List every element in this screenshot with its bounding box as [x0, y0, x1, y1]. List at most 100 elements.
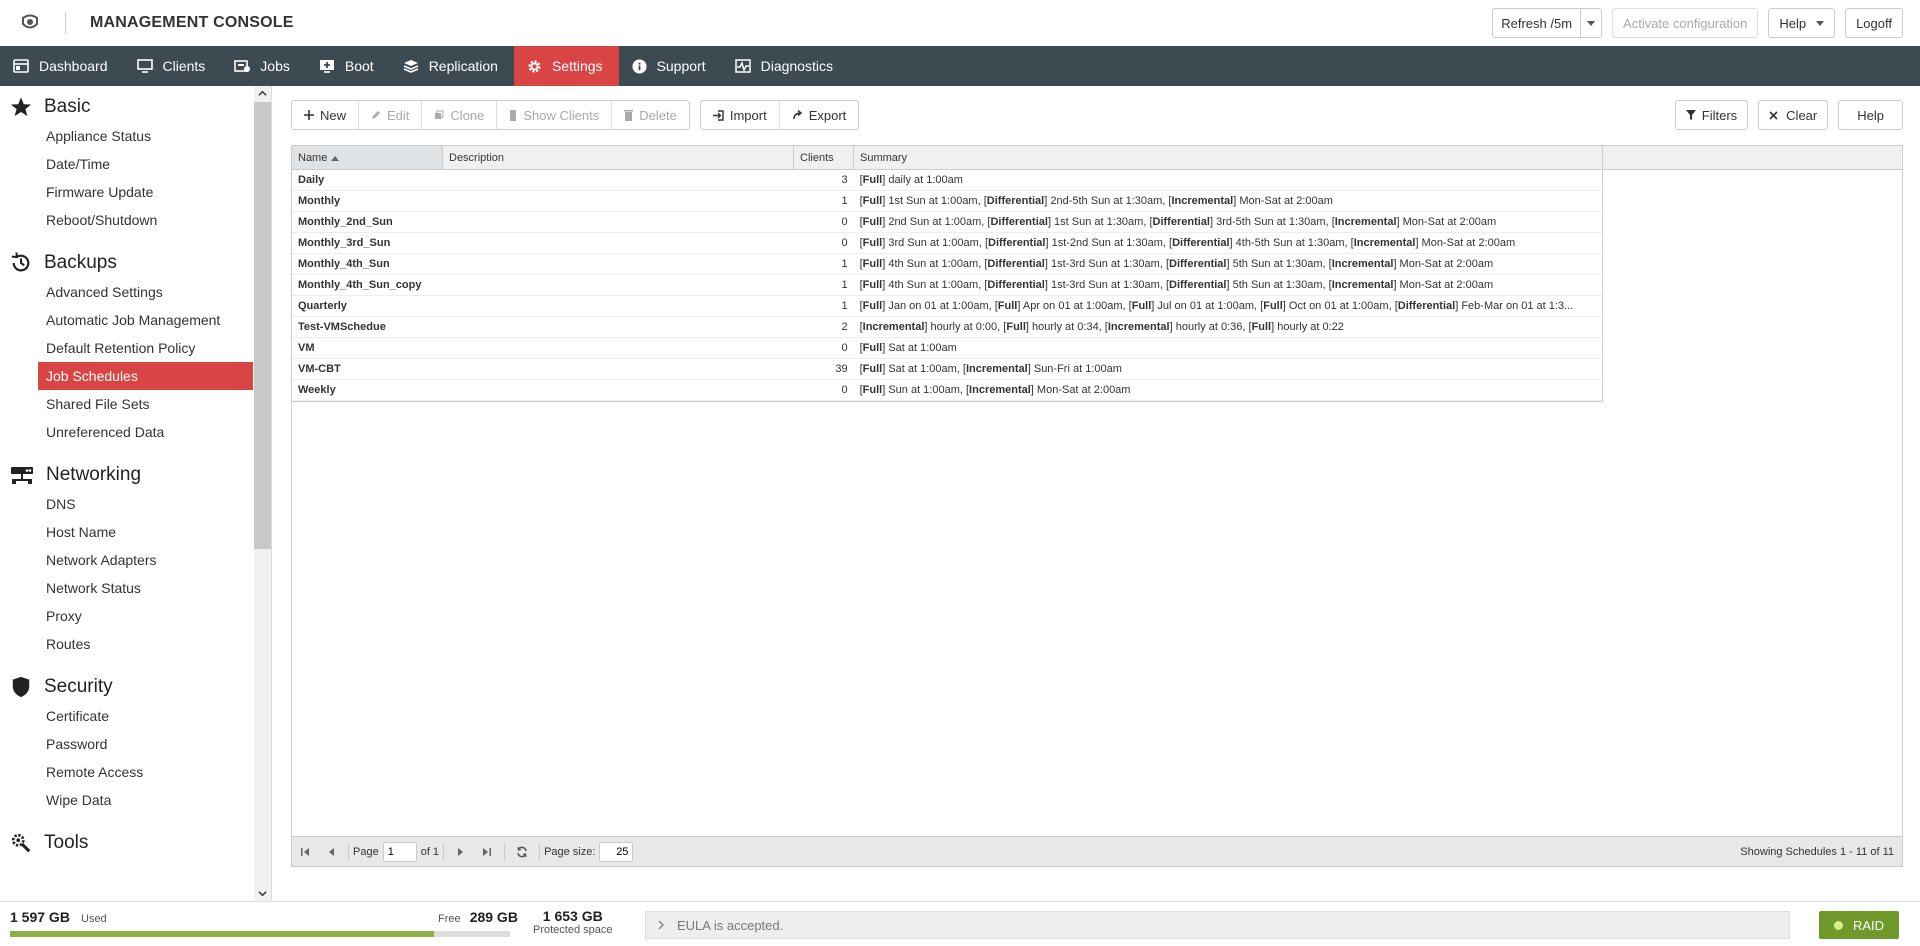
table-row[interactable]: VM 0 [Full] Sat at 1:00am [292, 338, 1602, 359]
summary-backup-type: Incremental [969, 384, 1031, 396]
sidebar-item-certificate[interactable]: Certificate [0, 702, 253, 730]
page-size-label: Page size: [544, 845, 596, 858]
nav-clients[interactable]: Clients [124, 46, 222, 86]
nav-support[interactable]: Support [619, 46, 722, 86]
sidebar-section-networking: Networking [0, 460, 253, 490]
summary-backup-type: Full [862, 174, 883, 186]
summary-text: Jul on 01 at 1:00am, [1154, 300, 1261, 312]
sidebar-item-network-status[interactable]: Network Status [0, 574, 253, 602]
table-row[interactable]: Monthly_3rd_Sun 0 [Full] 3rd Sun at 1:00am… [292, 233, 1602, 254]
previous-page-button[interactable] [318, 847, 344, 857]
nav-jobs[interactable]: Jobs [221, 46, 306, 86]
refresh-button[interactable]: Refresh /5m [1493, 9, 1580, 37]
sidebar-section-backups: Backups [0, 248, 253, 278]
nav-diagnostics[interactable]: Diagnostics [722, 46, 849, 86]
schedules-grid: Name Description Clients Summary Daily 3 [… [291, 145, 1903, 867]
sidebar-item-date-time[interactable]: Date/Time [0, 150, 253, 178]
summary-text: Jan on 01 at 1:00am, [885, 300, 995, 312]
sidebar-item-proxy[interactable]: Proxy [0, 602, 253, 630]
delete-button[interactable]: Delete [611, 101, 689, 129]
sidebar-item-host-name[interactable]: Host Name [0, 518, 253, 546]
refresh-dropdown-button[interactable] [1580, 9, 1601, 37]
sidebar-scrollbar-thumb[interactable] [254, 102, 271, 549]
edit-button[interactable]: Edit [358, 101, 421, 129]
table-row[interactable]: Daily 3 [Full] daily at 1:00am [292, 170, 1602, 191]
sidebar-item-wipe-data[interactable]: Wipe Data [0, 786, 253, 814]
import-button-label: Import [729, 107, 767, 123]
nav-replication[interactable]: Replication [390, 46, 514, 86]
sidebar-item-shared-file-sets[interactable]: Shared File Sets [0, 390, 253, 418]
table-row[interactable]: Quarterly 1 [Full] Jan on 01 at 1:00am, [F… [292, 296, 1602, 317]
sidebar-item-reboot-shutdown[interactable]: Reboot/Shutdown [0, 206, 253, 234]
nav-settings[interactable]: Settings [513, 46, 619, 86]
cell-description [443, 296, 794, 316]
nav-dashboard[interactable]: Dashboard [0, 46, 124, 86]
page-number-input[interactable] [382, 841, 417, 862]
sidebar-item-firmware-update[interactable]: Firmware Update [0, 178, 253, 206]
sidebar-item-network-adapters[interactable]: Network Adapters [0, 546, 253, 574]
sidebar-item-advanced-settings[interactable]: Advanced Settings [0, 278, 253, 306]
column-header-name[interactable]: Name [292, 146, 443, 169]
summary-backup-type: Full [862, 237, 883, 249]
clone-button[interactable]: Clone [421, 101, 496, 129]
raid-status-button[interactable]: RAID [1819, 911, 1899, 939]
summary-text: Sun-Fri at 1:00am [1030, 363, 1122, 375]
sidebar-item-routes[interactable]: Routes [0, 630, 253, 658]
export-button[interactable]: Export [778, 101, 859, 129]
summary-backup-type: Differential [1169, 258, 1227, 270]
help-menu-label: Help [1779, 15, 1807, 31]
summary-backup-type: Incremental [1353, 237, 1416, 249]
show-clients-button[interactable]: Show Clients [496, 101, 611, 129]
table-row[interactable]: Weekly 0 [Full] Sun at 1:00am, [Incrementa… [292, 380, 1602, 401]
table-row[interactable]: Monthly_4th_Sun_copy 1 [Full] 4th Sun at 1… [292, 275, 1602, 296]
pagination-bar: Page of 1 Page size: Showing Schedules 1… [292, 836, 1902, 866]
clear-button[interactable]: Clear [1758, 100, 1829, 130]
help-menu-button[interactable]: Help [1768, 8, 1836, 38]
first-page-button[interactable] [292, 847, 318, 857]
last-page-button[interactable] [474, 847, 500, 857]
sidebar-scrollbar[interactable] [254, 86, 271, 901]
sidebar-item-unreferenced-data[interactable]: Unreferenced Data [0, 418, 253, 446]
info-icon [632, 58, 647, 74]
eula-status-bar[interactable]: EULA is accepted. [645, 911, 1790, 939]
replication-icon [403, 60, 419, 73]
summary-backup-type: Differential [987, 279, 1045, 291]
summary-text: 4th-5th Sun at 1:30am, [1232, 237, 1351, 249]
table-row[interactable]: Monthly_4th_Sun 1 [Full] 4th Sun at 1:00am… [292, 254, 1602, 275]
table-row[interactable]: VM-CBT 39 [Full] Sat at 1:00am, [Increment… [292, 359, 1602, 380]
sidebar-item-remote-access[interactable]: Remote Access [0, 758, 253, 786]
import-button[interactable]: Import [701, 101, 779, 129]
refresh-button-group[interactable]: Refresh /5m [1492, 8, 1603, 38]
logoff-button[interactable]: Logoff [1845, 8, 1903, 38]
cell-description [443, 380, 794, 400]
column-header-summary[interactable]: Summary [854, 146, 1603, 169]
column-header-description[interactable]: Description [443, 146, 794, 169]
table-row[interactable]: Monthly_2nd_Sun 0 [Full] 2nd Sun at 1:00am… [292, 212, 1602, 233]
new-button[interactable]: New [292, 101, 358, 129]
grid-help-button[interactable]: Help [1838, 100, 1903, 130]
sidebar-item-password[interactable]: Password [0, 730, 253, 758]
refresh-grid-button[interactable] [509, 846, 535, 858]
summary-text: Mon-Sat at 2:00am [1396, 279, 1494, 291]
scroll-up-icon[interactable] [258, 89, 267, 98]
sidebar-item-default-retention-policy[interactable]: Default Retention Policy [0, 334, 253, 362]
page-size-input[interactable] [599, 841, 634, 862]
table-row[interactable]: Monthly 1 [Full] 1st Sun at 1:00am, [Diffe… [292, 191, 1602, 212]
sidebar-item-dns[interactable]: DNS [0, 490, 253, 518]
column-header-clients[interactable]: Clients [794, 146, 854, 169]
scroll-down-icon[interactable] [258, 889, 267, 898]
table-row[interactable]: Test-VMSchedue 2 [Incremental] hourly at 0… [292, 317, 1602, 338]
cell-description [443, 254, 794, 274]
star-icon [10, 97, 32, 117]
next-page-button[interactable] [448, 847, 474, 857]
sidebar-menu: Basic Appliance Status Date/Time Firmwar… [0, 86, 253, 858]
activate-configuration-button[interactable]: Activate configuration [1612, 8, 1759, 38]
nav-clients-label: Clients [162, 58, 206, 74]
nav-boot[interactable]: Boot [306, 46, 390, 86]
summary-text: hourly at 0:22 [1274, 321, 1344, 333]
filters-button[interactable]: Filters [1674, 100, 1749, 130]
sidebar-item-job-schedules[interactable]: Job Schedules [38, 362, 253, 390]
cell-summary: [Full] 2nd Sun at 1:00am, [Differential]… [859, 216, 1497, 228]
sidebar-item-appliance-status[interactable]: Appliance Status [0, 122, 253, 150]
sidebar-item-automatic-job-management[interactable]: Automatic Job Management [0, 306, 253, 334]
